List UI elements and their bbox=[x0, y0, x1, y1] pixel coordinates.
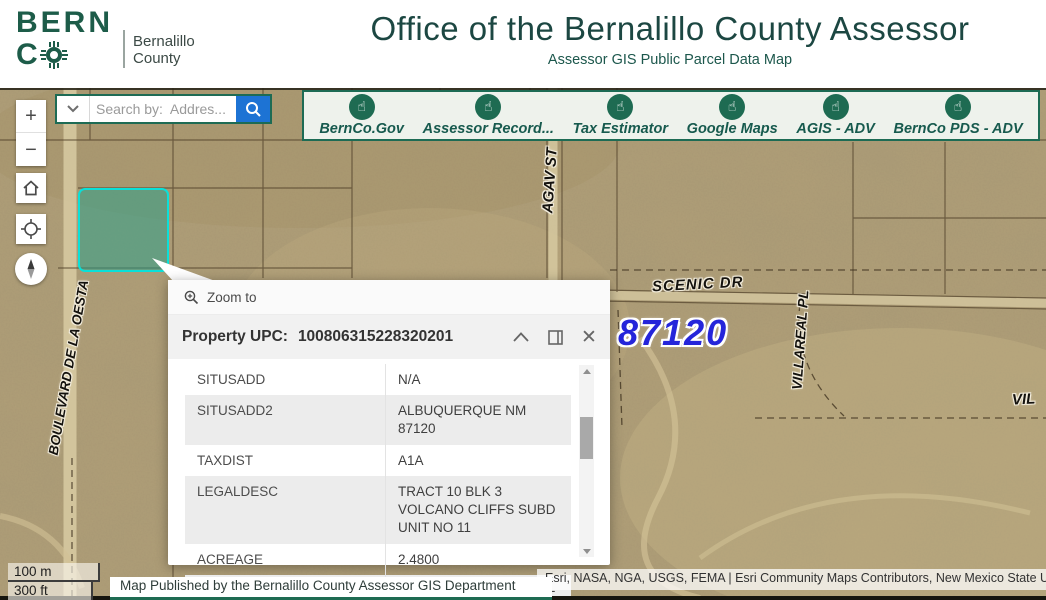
nav-link-google-maps[interactable]: ☝ Google Maps bbox=[687, 94, 778, 137]
zoom-to-action[interactable]: Zoom to bbox=[168, 280, 610, 315]
table-row: TAXDIST A1A bbox=[185, 445, 571, 476]
field-value-cell: ALBUQUERQUE NM 87120 bbox=[385, 395, 571, 444]
map-attribution: Esri, NASA, NGA, USGS, FEMA | Esri Commu… bbox=[537, 569, 1046, 590]
logo-co-text: C bbox=[16, 40, 39, 70]
scrollbar-thumb[interactable] bbox=[580, 417, 593, 459]
logo-bern-text: BERN bbox=[16, 8, 113, 38]
nav-link-assessor-records[interactable]: ☝ Assessor Record... bbox=[423, 94, 554, 137]
field-value-cell: A1A bbox=[385, 445, 571, 476]
table-row: LEGALDESC TRACT 10 BLK 3 VOLCANO CLIFFS … bbox=[185, 476, 571, 544]
search-button[interactable] bbox=[236, 96, 270, 122]
page-header: BERN C Bernalillo bbox=[0, 0, 1046, 88]
nav-link-label: Google Maps bbox=[687, 121, 778, 137]
compass-button[interactable] bbox=[15, 253, 47, 285]
field-name-cell: SITUSADD2 bbox=[185, 395, 385, 444]
close-popup-button[interactable]: ✕ bbox=[580, 328, 598, 346]
zipcode-label-87120: 87120 bbox=[618, 312, 728, 354]
search-icon bbox=[245, 101, 261, 117]
published-by-strip: Map Published by the Bernalillo County A… bbox=[110, 577, 552, 600]
scroll-up-arrow[interactable] bbox=[579, 365, 594, 377]
zoom-in-button[interactable]: + bbox=[16, 100, 46, 133]
bernco-logo[interactable]: BERN C Bernalillo bbox=[16, 8, 195, 70]
chevron-down-icon bbox=[67, 105, 79, 113]
nav-link-bernco-gov[interactable]: ☝ BernCo.Gov bbox=[319, 94, 404, 137]
attribute-table: SITUSADD N/A SITUSADD2 ALBUQUERQUE NM 87… bbox=[185, 364, 571, 600]
dock-button[interactable] bbox=[546, 328, 564, 346]
tap-link-icon: ☝ bbox=[823, 94, 849, 120]
field-name-cell: TAXDIST bbox=[185, 445, 385, 476]
chevron-up-icon bbox=[513, 332, 529, 342]
close-icon: ✕ bbox=[581, 328, 597, 347]
scale-bar: 100 m 300 ft bbox=[8, 563, 100, 600]
dock-icon bbox=[548, 330, 563, 345]
logo-org-line2: County bbox=[133, 50, 195, 67]
field-name-cell: LEGALDESC bbox=[185, 476, 385, 544]
logo-org-line1: Bernalillo bbox=[133, 33, 195, 50]
search-bar bbox=[55, 94, 272, 124]
tap-link-icon: ☝ bbox=[719, 94, 745, 120]
street-label-partial-vil: VIL bbox=[1012, 390, 1036, 408]
tap-link-icon: ☝ bbox=[475, 94, 501, 120]
page-title: Office of the Bernalillo County Assessor bbox=[294, 10, 1046, 48]
assessor-gis-app: AGAV ST SCENIC DR 87120 VILLAREAL PL BOU… bbox=[0, 0, 1046, 600]
zoom-to-label: Zoom to bbox=[207, 290, 257, 305]
tap-link-icon: ☝ bbox=[945, 94, 971, 120]
nav-link-label: BernCo.Gov bbox=[319, 121, 404, 137]
nav-link-label: Tax Estimator bbox=[573, 121, 668, 137]
collapse-button[interactable] bbox=[512, 328, 530, 346]
nav-link-agis-adv[interactable]: ☝ AGIS - ADV bbox=[796, 94, 874, 137]
scale-imperial: 300 ft bbox=[8, 582, 93, 600]
nav-link-bernco-pds-adv[interactable]: ☝ BernCo PDS - ADV bbox=[893, 94, 1022, 137]
popup-scrollbar[interactable] bbox=[579, 365, 594, 557]
field-value-cell: TRACT 10 BLK 3 VOLCANO CLIFFS SUBD UNIT … bbox=[385, 476, 571, 544]
table-row: SITUSADD N/A bbox=[185, 364, 571, 395]
field-name-cell: SITUSADD bbox=[185, 364, 385, 395]
field-name-cell: ACREAGE bbox=[185, 544, 385, 575]
home-extent-button[interactable] bbox=[16, 173, 46, 203]
locate-crosshair-icon bbox=[20, 218, 42, 240]
scale-metric: 100 m bbox=[8, 563, 100, 582]
parcel-popup: Zoom to Property UPC: 100806315228320201 bbox=[168, 280, 610, 565]
popup-title: Property UPC: 100806315228320201 bbox=[182, 328, 512, 346]
zoom-control: + − bbox=[16, 100, 46, 166]
table-row: SITUSADD2 ALBUQUERQUE NM 87120 bbox=[185, 395, 571, 444]
nav-link-label: Assessor Record... bbox=[423, 121, 554, 137]
logo-wordmark: BERN C bbox=[16, 8, 113, 70]
zia-sun-icon bbox=[40, 41, 68, 69]
search-input[interactable] bbox=[90, 96, 236, 122]
nav-link-label: AGIS - ADV bbox=[796, 121, 874, 137]
compass-needle-icon bbox=[20, 258, 42, 280]
zoom-to-magnifier-icon bbox=[184, 290, 199, 305]
tap-link-icon: ☝ bbox=[349, 94, 375, 120]
page-subtitle: Assessor GIS Public Parcel Data Map bbox=[294, 52, 1046, 68]
home-icon bbox=[21, 178, 41, 198]
my-location-button[interactable] bbox=[16, 214, 46, 244]
tap-link-icon: ☝ bbox=[607, 94, 633, 120]
popup-title-value: 100806315228320201 bbox=[298, 328, 453, 345]
popup-title-label: Property UPC: bbox=[182, 328, 288, 345]
nav-link-tax-estimator[interactable]: ☝ Tax Estimator bbox=[573, 94, 668, 137]
logo-divider bbox=[123, 30, 125, 68]
field-value-cell: N/A bbox=[385, 364, 571, 395]
nav-link-label: BernCo PDS - ADV bbox=[893, 121, 1022, 137]
zoom-out-button[interactable]: − bbox=[16, 133, 46, 166]
popup-title-bar: Property UPC: 100806315228320201 ✕ bbox=[168, 315, 610, 359]
table-row: ACREAGE 2.4800 bbox=[185, 544, 571, 575]
scroll-down-arrow[interactable] bbox=[579, 545, 594, 557]
quick-links-bar: ☝ BernCo.Gov ☝ Assessor Record... ☝ Tax … bbox=[302, 90, 1040, 141]
search-type-dropdown[interactable] bbox=[57, 96, 90, 122]
